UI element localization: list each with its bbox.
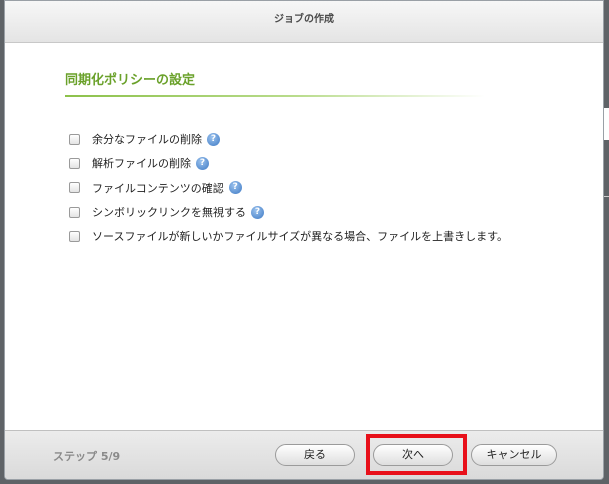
step-indicator: ステップ 5/9: [53, 450, 121, 463]
help-icon[interactable]: ?: [207, 132, 220, 146]
overwrite-if-newer-checkbox[interactable]: [69, 230, 80, 242]
option-label: ソースファイルが新しいかファイルサイズが異なる場合、ファイルを上書きします。: [92, 230, 509, 244]
option-label: シンボリックリンクを無視する: [92, 206, 246, 220]
option-delete-extra-files: 余分なファイルの削除 ?: [69, 127, 508, 151]
next-button[interactable]: 次へ: [373, 444, 453, 466]
help-icon[interactable]: ?: [196, 156, 209, 170]
option-delete-parse-files: 解析ファイルの削除 ?: [69, 151, 508, 175]
dialog-footer: ステップ 5/9 戻る 次へ キャンセル: [5, 430, 603, 479]
section-title: 同期化ポリシーの設定: [65, 73, 196, 88]
ignore-symlinks-checkbox[interactable]: [69, 206, 80, 218]
option-label: 解析ファイルの削除: [92, 157, 191, 171]
verify-file-contents-checkbox[interactable]: [69, 182, 80, 194]
create-job-dialog: ジョブの作成 同期化ポリシーの設定 余分なファイルの削除 ? 解析ファイルの削除…: [4, 0, 604, 480]
background-window-fragment: [604, 108, 609, 140]
back-button[interactable]: 戻る: [275, 444, 355, 466]
background-divider: [604, 196, 609, 197]
help-icon[interactable]: ?: [251, 205, 264, 219]
option-overwrite-if-newer: ソースファイルが新しいかファイルサイズが異なる場合、ファイルを上書きします。: [69, 224, 508, 248]
option-label: ファイルコンテンツの確認: [92, 181, 224, 195]
delete-extra-files-checkbox[interactable]: [69, 133, 80, 145]
delete-parse-files-checkbox[interactable]: [69, 157, 80, 169]
help-icon[interactable]: ?: [228, 181, 242, 195]
option-label: 余分なファイルの削除: [92, 133, 202, 147]
cancel-button[interactable]: キャンセル: [471, 444, 557, 466]
sync-policy-options: 余分なファイルの削除 ? 解析ファイルの削除 ? ファイルコンテンツの確認 ? …: [69, 127, 508, 248]
option-ignore-symlinks: シンボリックリンクを無視する ?: [69, 200, 508, 224]
dialog-title: ジョブの作成: [5, 1, 603, 43]
option-verify-file-contents: ファイルコンテンツの確認 ?: [69, 176, 508, 200]
section-divider: [65, 95, 485, 97]
